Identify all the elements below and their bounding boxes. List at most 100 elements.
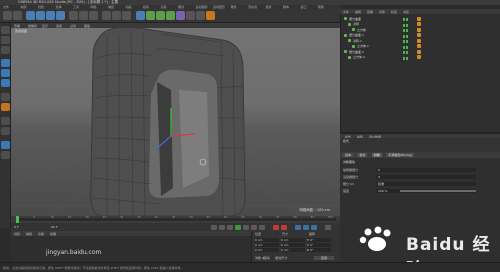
- material-menu-item[interactable]: 功能: [38, 232, 44, 236]
- visibility-flags[interactable]: [403, 28, 415, 32]
- prev-frame-icon[interactable]: [227, 224, 233, 230]
- material-menu-item[interactable]: 编辑: [26, 232, 32, 236]
- redo-icon[interactable]: [13, 11, 22, 20]
- object-row[interactable]: 细分曲面.2: [341, 49, 500, 54]
- scale-icon[interactable]: [46, 11, 55, 20]
- pos-z-field[interactable]: 0 cm: [255, 248, 279, 252]
- texture-mode-icon[interactable]: [1, 46, 10, 54]
- phong-tag-icon[interactable]: [417, 16, 421, 21]
- next-frame-icon[interactable]: [243, 224, 249, 230]
- attribute-value-field[interactable]: 标准: [376, 182, 476, 186]
- object-manager-menu-item[interactable]: 标签: [391, 10, 397, 14]
- viewport[interactable]: 透视视图 网格间距 : 100 cm: [11, 28, 340, 216]
- model-mode-icon[interactable]: [1, 36, 10, 44]
- object-name[interactable]: 立方体.2: [353, 55, 365, 59]
- object-row[interactable]: 对称.1: [341, 38, 500, 43]
- object-name[interactable]: 对称.1: [353, 39, 362, 43]
- visibility-flags[interactable]: [403, 23, 415, 27]
- prev-key-icon[interactable]: [219, 224, 225, 230]
- size-y-field[interactable]: 0 cm: [281, 243, 305, 247]
- rot-p-field[interactable]: P 0°: [307, 243, 331, 247]
- object-row[interactable]: 立方体.2: [341, 55, 500, 60]
- viewport-menu-item[interactable]: 过滤: [70, 24, 76, 28]
- phong-tag-icon[interactable]: [417, 55, 421, 59]
- axis-z-icon[interactable]: [89, 11, 98, 20]
- current-frame[interactable]: 0 F: [14, 225, 19, 229]
- axis-y-icon[interactable]: [79, 11, 88, 20]
- object-list[interactable]: 细分曲面 对称 立方体 细分曲面.1 对称.1 立方体.1 细分曲面.2 立方体.2: [340, 14, 500, 132]
- end-frame[interactable]: 90 F: [51, 225, 58, 229]
- visibility-flags[interactable]: [403, 39, 415, 43]
- object-manager-menu-item[interactable]: 编辑: [355, 10, 361, 14]
- object-manager-menu-item[interactable]: 查看: [367, 10, 373, 14]
- cube-icon[interactable]: [136, 11, 145, 20]
- render-picture-icon[interactable]: [112, 11, 121, 20]
- viewport-menu-item[interactable]: 面板: [84, 24, 90, 28]
- object-row[interactable]: 立方体.1: [341, 44, 500, 49]
- scale-key-icon[interactable]: [303, 224, 309, 230]
- autokey-icon[interactable]: [281, 224, 287, 230]
- tweak-icon[interactable]: [1, 103, 10, 111]
- select-icon[interactable]: [26, 11, 35, 20]
- object-name[interactable]: 对称: [353, 22, 359, 26]
- timeline-settings-icon[interactable]: [325, 224, 331, 230]
- snap-icon[interactable]: [1, 117, 10, 125]
- viewport-menu-item[interactable]: 摄像机: [28, 24, 37, 28]
- visibility-flags[interactable]: [403, 50, 415, 54]
- attribute-subtab[interactable]: 基本: [343, 153, 354, 157]
- attribute-subtab[interactable]: 坐标: [357, 153, 368, 157]
- pos-y-field[interactable]: 0 cm: [255, 243, 279, 247]
- object-row[interactable]: 立方体: [341, 27, 500, 32]
- lock-workplane-icon[interactable]: [1, 141, 10, 149]
- rot-h-field[interactable]: H 0°: [307, 238, 331, 242]
- visibility-flags[interactable]: [403, 34, 415, 38]
- play-icon[interactable]: [235, 224, 241, 230]
- phong-tag-icon[interactable]: [417, 33, 421, 37]
- polygons-mode-icon[interactable]: [1, 79, 10, 87]
- object-name[interactable]: 细分曲面.1: [349, 33, 364, 37]
- phong-tag-icon[interactable]: [417, 49, 421, 54]
- light-icon[interactable]: [206, 11, 215, 20]
- visible-render-dot[interactable]: [406, 56, 408, 60]
- camera-icon[interactable]: [196, 11, 205, 20]
- record-icon[interactable]: [273, 224, 279, 230]
- workplane-icon[interactable]: [1, 127, 10, 135]
- viewport-menu-item[interactable]: 查看: [14, 24, 20, 28]
- next-key-icon[interactable]: [251, 224, 257, 230]
- array-icon[interactable]: [166, 11, 175, 20]
- attribute-value-field[interactable]: 3: [376, 175, 476, 179]
- visibility-flags[interactable]: [403, 56, 415, 60]
- object-row[interactable]: 对称: [341, 22, 500, 27]
- points-mode-icon[interactable]: [1, 59, 10, 67]
- phong-tag-icon[interactable]: [417, 44, 421, 48]
- material-menu-item[interactable]: 纹理: [50, 232, 56, 236]
- object-manager-menu-item[interactable]: 对象: [379, 10, 385, 14]
- object-name[interactable]: 细分曲面.2: [349, 50, 364, 54]
- object-name[interactable]: 立方体.1: [357, 44, 369, 48]
- move-icon[interactable]: [36, 11, 45, 20]
- render-view-icon[interactable]: [102, 11, 111, 20]
- timeline-track[interactable]: [16, 218, 336, 221]
- planar-icon[interactable]: [1, 151, 10, 159]
- visibility-flags[interactable]: [403, 45, 415, 49]
- render-settings-icon[interactable]: [122, 11, 131, 20]
- make-editable-icon[interactable]: [1, 26, 10, 34]
- move-key-icon[interactable]: [295, 224, 301, 230]
- pen-icon[interactable]: [146, 11, 155, 20]
- timeline-cursor[interactable]: [16, 216, 19, 223]
- pos-x-field[interactable]: 0 cm: [255, 238, 279, 242]
- object-row[interactable]: 细分曲面.1: [341, 33, 500, 38]
- visible-editor-dot[interactable]: [403, 56, 405, 60]
- attribute-subtab[interactable]: 平滑着色(Phong): [386, 153, 414, 157]
- size-x-field[interactable]: 0 cm: [281, 238, 305, 242]
- phong-tag-icon[interactable]: [417, 38, 421, 43]
- rotate-key-icon[interactable]: [311, 224, 317, 230]
- floor-icon[interactable]: [186, 11, 195, 20]
- phong-tag-icon[interactable]: [417, 27, 421, 32]
- undo-icon[interactable]: [3, 11, 12, 20]
- axis-mode-icon[interactable]: [1, 93, 10, 101]
- phong-tag-icon[interactable]: [417, 22, 421, 26]
- attribute-subtab[interactable]: 对象: [371, 153, 382, 157]
- visibility-flags[interactable]: [403, 17, 415, 21]
- object-name[interactable]: 细分曲面: [349, 17, 361, 21]
